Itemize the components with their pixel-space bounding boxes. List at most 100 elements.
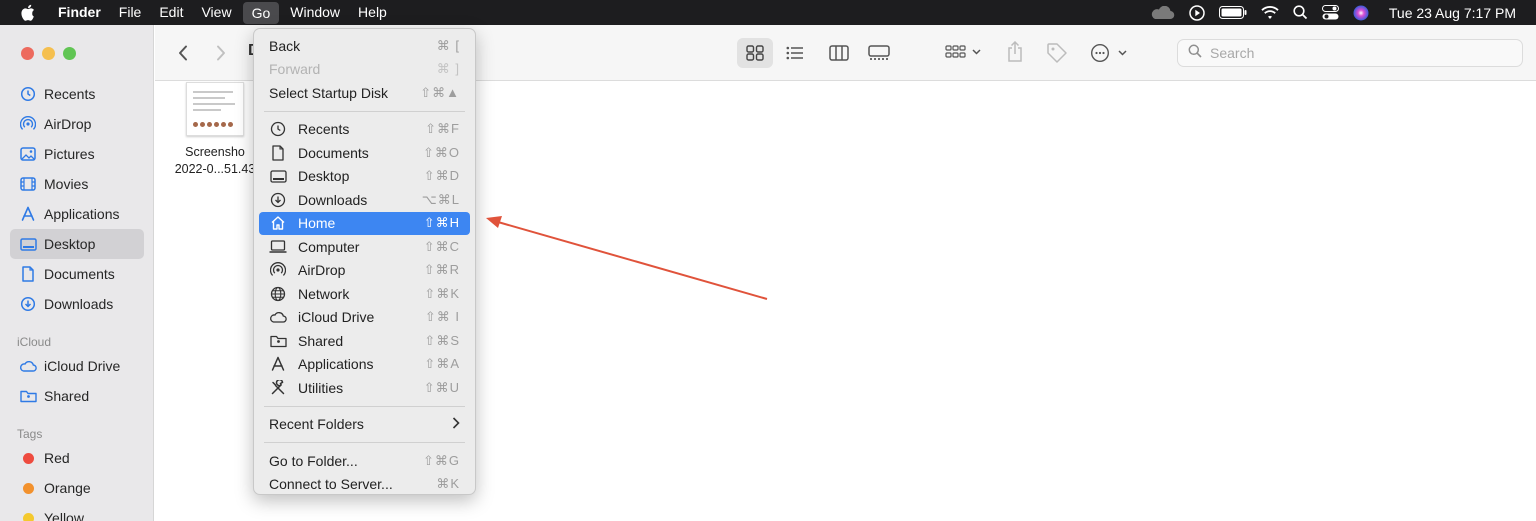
play-circle-icon[interactable] xyxy=(1189,4,1205,21)
sidebar-item-airdrop[interactable]: AirDrop xyxy=(10,109,144,139)
sidebar-item-icloud-drive[interactable]: iCloud Drive xyxy=(10,351,144,381)
menu-file[interactable]: File xyxy=(110,0,151,25)
menu-item-label: AirDrop xyxy=(298,262,346,279)
sidebar-item-desktop[interactable]: Desktop xyxy=(10,229,144,259)
menu-shortcut: ⇧⌘A xyxy=(424,356,460,372)
menu-item-airdrop[interactable]: AirDrop ⇧⌘R xyxy=(259,259,470,283)
menu-item-label: Documents xyxy=(298,144,369,161)
menu-item-desktop[interactable]: Desktop ⇧⌘D xyxy=(259,165,470,189)
sidebar-item-movies[interactable]: Movies xyxy=(10,169,144,199)
file-item[interactable]: Screensho 2022-0...51.43 xyxy=(165,82,265,178)
wifi-icon[interactable] xyxy=(1261,5,1279,20)
view-mode-switcher xyxy=(737,38,897,68)
share-icon[interactable] xyxy=(1004,39,1026,65)
menu-item-label: iCloud Drive xyxy=(298,309,375,326)
menu-item-downloads[interactable]: Downloads ⌥⌘L xyxy=(259,188,470,212)
menu-view[interactable]: View xyxy=(192,0,240,25)
sidebar-item-recents[interactable]: Recents xyxy=(10,79,144,109)
finder-sidebar: Recents AirDrop Pictures Movies Applicat… xyxy=(0,25,154,521)
cloud-icon[interactable] xyxy=(1149,5,1175,20)
sidebar-tag-red[interactable]: Red xyxy=(10,443,144,473)
menu-shortcut: ⇧⌘C xyxy=(423,238,460,254)
menu-item-connect-to-server[interactable]: Connect to Server... ⌘K xyxy=(259,473,470,497)
icon-view-button[interactable] xyxy=(737,38,773,68)
menu-shortcut: ⇧⌘O xyxy=(422,144,460,160)
menu-shortcut: ⇧⌘F xyxy=(425,121,460,137)
menu-shortcut: ⌘ [ xyxy=(436,37,460,53)
sidebar-item-label: Movies xyxy=(44,176,89,192)
menu-shortcut: ⇧⌘U xyxy=(423,379,460,395)
menu-item-utilities[interactable]: Utilities ⇧⌘U xyxy=(259,376,470,400)
group-by-button[interactable] xyxy=(943,41,985,65)
home-icon xyxy=(269,214,287,232)
menu-app-name[interactable]: Finder xyxy=(58,0,110,25)
control-center-icon[interactable] xyxy=(1321,5,1339,20)
siri-icon[interactable] xyxy=(1353,5,1369,21)
menu-item-shared[interactable]: Shared ⇧⌘S xyxy=(259,329,470,353)
menu-item-documents[interactable]: Documents ⇧⌘O xyxy=(259,141,470,165)
document-icon xyxy=(19,265,37,283)
sidebar-tag-orange[interactable]: Orange xyxy=(10,473,144,503)
column-view-button[interactable] xyxy=(821,38,857,68)
minimize-window-button[interactable] xyxy=(42,47,55,60)
sidebar-item-label: Desktop xyxy=(44,236,96,252)
search-input[interactable] xyxy=(1210,45,1510,61)
menu-help[interactable]: Help xyxy=(349,0,396,25)
more-actions-icon[interactable] xyxy=(1089,41,1131,65)
sidebar-tag-yellow[interactable]: Yellow xyxy=(10,503,144,521)
close-window-button[interactable] xyxy=(21,47,34,60)
menu-item-label: Forward xyxy=(269,61,321,78)
menu-shortcut: ⇧⌘ I xyxy=(424,309,460,325)
gallery-view-button[interactable] xyxy=(861,38,897,68)
menu-item-go-to-folder[interactable]: Go to Folder... ⇧⌘G xyxy=(259,449,470,473)
menu-item-select-startup-disk[interactable]: Select Startup Disk ⇧⌘▲ xyxy=(259,81,470,105)
menu-item-recent-folders[interactable]: Recent Folders xyxy=(259,413,470,437)
clock-icon xyxy=(19,85,37,103)
sidebar-item-pictures[interactable]: Pictures xyxy=(10,139,144,169)
download-icon xyxy=(269,191,287,209)
sidebar-item-shared[interactable]: Shared xyxy=(10,381,144,411)
battery-icon[interactable] xyxy=(1218,6,1247,19)
menu-shortcut: ⇧⌘K xyxy=(424,285,460,301)
sidebar-item-label: Documents xyxy=(44,266,115,282)
menu-separator xyxy=(264,110,465,112)
list-view-button[interactable] xyxy=(777,38,813,68)
chevron-right-icon xyxy=(452,417,460,432)
menu-item-applications[interactable]: Applications ⇧⌘A xyxy=(259,353,470,377)
menu-go[interactable]: Go xyxy=(242,1,280,24)
sidebar-item-label: AirDrop xyxy=(44,116,92,132)
menu-item-back[interactable]: Back ⌘ [ xyxy=(259,34,470,58)
apple-menu-icon[interactable] xyxy=(20,4,38,21)
tag-icon[interactable] xyxy=(1044,40,1070,66)
forward-chevron-icon[interactable] xyxy=(213,42,229,64)
menu-shortcut: ⌘K xyxy=(436,476,460,492)
menubar-clock[interactable]: Tue 23 Aug 7:17 PM xyxy=(1389,5,1516,21)
search-field[interactable] xyxy=(1177,39,1523,67)
network-globe-icon xyxy=(269,285,287,303)
menu-shortcut: ⇧⌘G xyxy=(422,452,460,468)
download-icon xyxy=(19,295,37,313)
menu-item-home[interactable]: Home ⇧⌘H xyxy=(259,211,470,235)
sidebar-item-applications[interactable]: Applications xyxy=(10,199,144,229)
menu-window[interactable]: Window xyxy=(281,0,349,25)
menu-item-computer[interactable]: Computer ⇧⌘C xyxy=(259,235,470,259)
menu-edit[interactable]: Edit xyxy=(150,0,192,25)
menu-separator xyxy=(264,405,465,407)
sidebar-item-documents[interactable]: Documents xyxy=(10,259,144,289)
sidebar-item-downloads[interactable]: Downloads xyxy=(10,289,144,319)
menu-item-label: Back xyxy=(269,37,301,54)
menu-item-label: Home xyxy=(298,215,336,232)
file-thumbnail xyxy=(186,82,244,136)
computer-icon xyxy=(269,238,287,256)
shared-folder-icon xyxy=(269,332,287,350)
sidebar-item-label: Yellow xyxy=(44,510,84,521)
menu-bar: Finder File Edit View Go Window Help Tue… xyxy=(0,0,1536,25)
menu-item-recents[interactable]: Recents ⇧⌘F xyxy=(259,118,470,142)
menu-item-network[interactable]: Network ⇧⌘K xyxy=(259,282,470,306)
sidebar-item-label: iCloud Drive xyxy=(44,358,121,374)
fullscreen-window-button[interactable] xyxy=(63,47,76,60)
back-chevron-icon[interactable] xyxy=(175,42,191,64)
menu-item-icloud-drive[interactable]: iCloud Drive ⇧⌘ I xyxy=(259,306,470,330)
tag-yellow-dot xyxy=(19,509,37,521)
spotlight-search-icon[interactable] xyxy=(1293,5,1308,20)
